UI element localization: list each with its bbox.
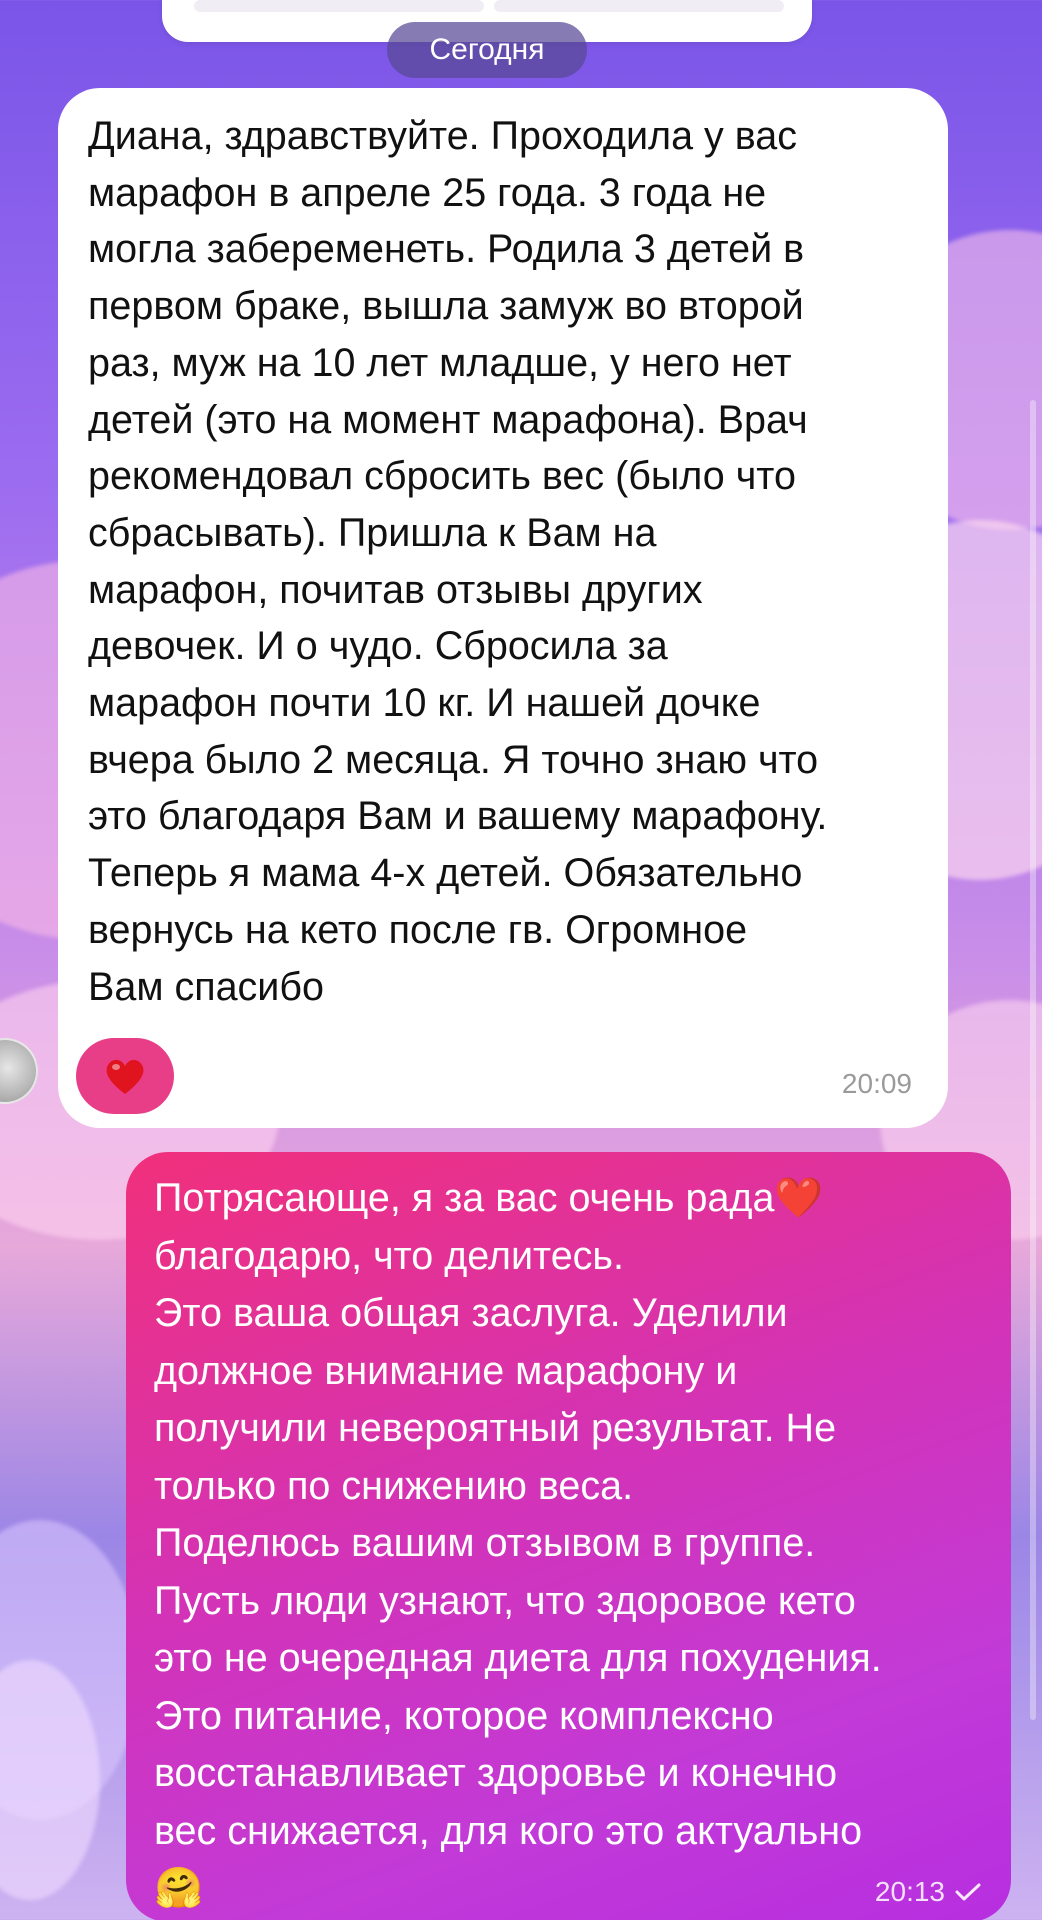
outgoing-message-bubble[interactable]: Потрясающе, я за вас очень рада❤️ благод… [126,1152,1011,1920]
incoming-message-bubble[interactable]: Диана, здравствуйте. Проходила у вас мар… [58,88,948,1128]
incoming-message-text: Диана, здравствуйте. Проходила у вас мар… [88,114,828,1009]
outgoing-message-time: 20:13 [874,1876,945,1907]
outgoing-message-text: Потрясающе, я за вас очень рада❤️ благод… [154,1176,882,1910]
heart-icon [106,1059,144,1094]
message-reaction[interactable] [76,1038,174,1114]
outgoing-message-meta: 20:13 [875,1876,981,1908]
incoming-message-time: 20:09 [841,1068,912,1099]
check-icon [955,1883,981,1901]
date-divider: Сегодня [387,22,587,78]
previous-card-slot [494,0,784,12]
scrollbar[interactable] [1030,400,1036,1720]
previous-card-slot [194,0,484,12]
